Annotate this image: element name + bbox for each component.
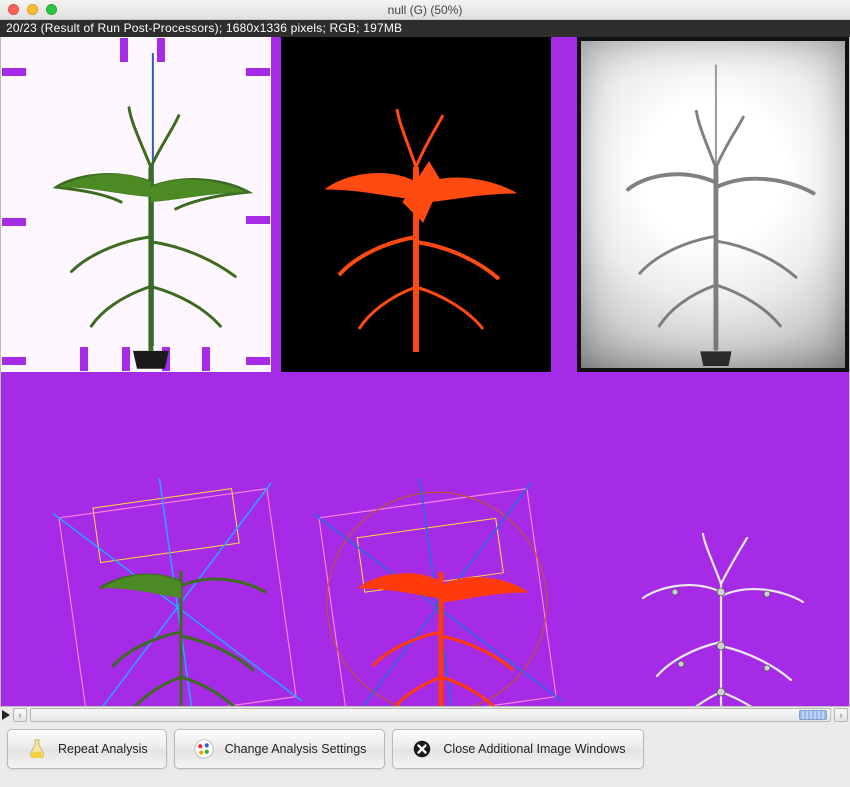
- scroll-right-button[interactable]: ›: [834, 708, 848, 722]
- plant-grayscale-svg: [581, 41, 845, 368]
- playback-scroll-row: ‹ ›: [0, 707, 850, 722]
- scrollbar-thumb[interactable]: [799, 710, 827, 720]
- skeleton-analysis-overlay[interactable]: [591, 492, 850, 707]
- segmented-plant-panel[interactable]: [281, 37, 551, 372]
- segmented-analysis-overlay[interactable]: [301, 472, 581, 707]
- action-button-bar: Repeat Analysis Change Analysis Settings…: [0, 722, 850, 787]
- change-settings-button[interactable]: Change Analysis Settings: [174, 729, 386, 769]
- status-text: 20/23 (Result of Run Post-Processors); 1…: [6, 21, 402, 35]
- repeat-analysis-button[interactable]: Repeat Analysis: [7, 729, 167, 769]
- overlay-a-svg: [41, 472, 321, 707]
- repeat-analysis-label: Repeat Analysis: [58, 742, 148, 756]
- grayscale-plant-panel[interactable]: [577, 37, 849, 372]
- play-icon[interactable]: [2, 710, 10, 720]
- overlay-c-svg: [591, 492, 850, 707]
- close-windows-label: Close Additional Image Windows: [443, 742, 625, 756]
- original-analysis-overlay[interactable]: [41, 472, 321, 707]
- close-windows-button[interactable]: Close Additional Image Windows: [392, 729, 644, 769]
- panel-row-top: [1, 37, 849, 372]
- horizontal-scrollbar[interactable]: [30, 708, 831, 722]
- chevron-left-icon: ‹: [19, 710, 22, 720]
- scroll-left-button[interactable]: ‹: [13, 708, 27, 722]
- image-status-bar: 20/23 (Result of Run Post-Processors); 1…: [0, 20, 850, 37]
- original-plant-panel[interactable]: [1, 37, 271, 372]
- close-circle-icon: [411, 738, 433, 760]
- plant-segmented-svg: [281, 37, 551, 372]
- overlay-b-svg: [301, 472, 581, 707]
- change-settings-label: Change Analysis Settings: [225, 742, 367, 756]
- flask-icon: [26, 738, 48, 760]
- window-titlebar: null (G) (50%): [0, 0, 850, 20]
- plant-original-svg: [2, 38, 270, 371]
- image-viewport[interactable]: [0, 37, 850, 707]
- color-palette-icon: [193, 738, 215, 760]
- panel-row-bottom: [1, 382, 849, 706]
- canvas[interactable]: [1, 37, 849, 706]
- window-title: null (G) (50%): [0, 3, 850, 17]
- chevron-right-icon: ›: [840, 710, 843, 720]
